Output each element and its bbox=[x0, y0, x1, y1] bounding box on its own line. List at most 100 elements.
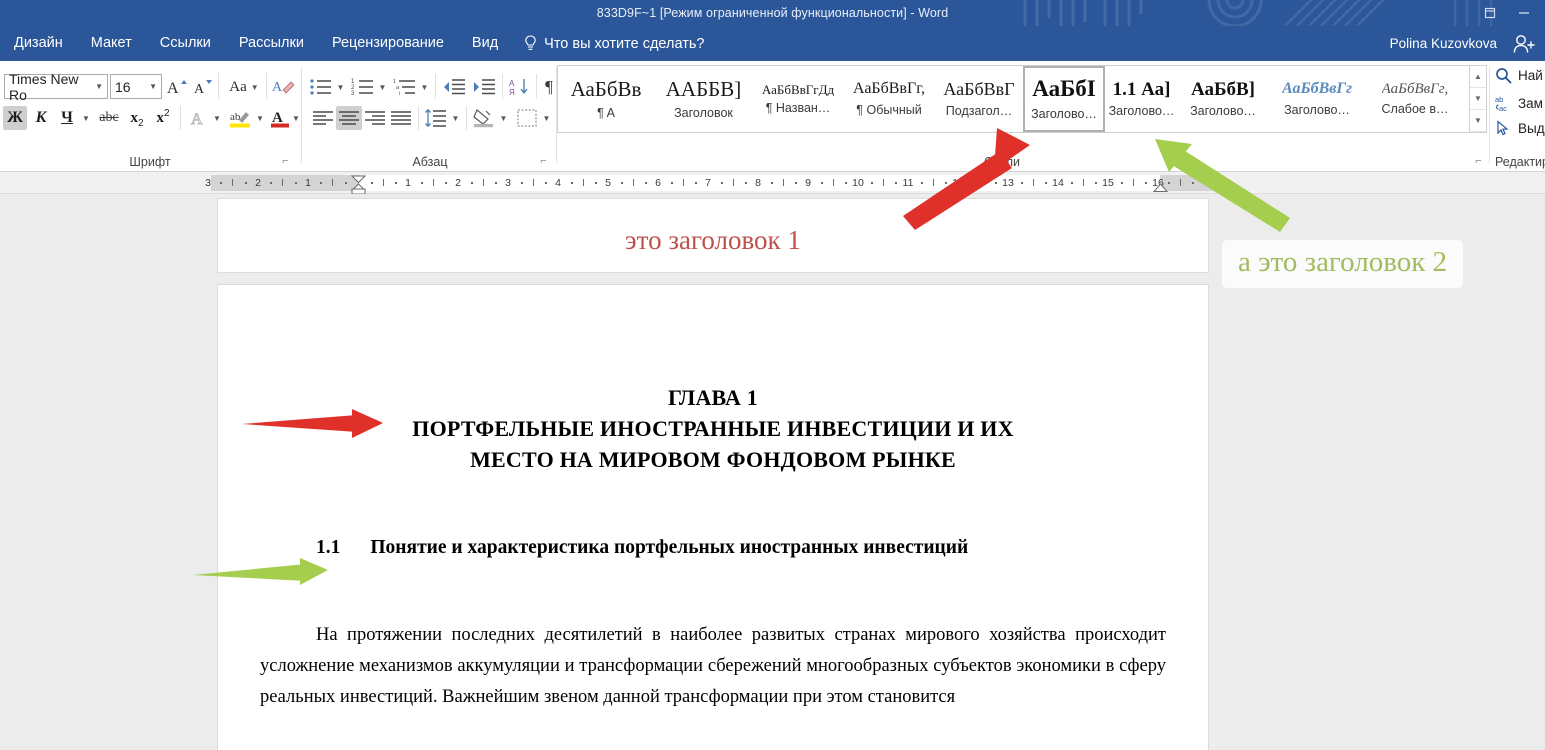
style-item-2[interactable]: АаБбВвГгДд ¶ Назван… bbox=[753, 66, 843, 132]
document-page-1[interactable]: это заголовок 1 bbox=[218, 199, 1208, 272]
ribbon-group-paragraph: ▼ 123 ▼ 1ai ▼ АЯ ¶ ▼ ▼ ▼ Абзац ⌐ bbox=[304, 61, 556, 172]
align-center-button[interactable] bbox=[336, 106, 362, 130]
font-size-combobox[interactable]: 16 ▼ bbox=[110, 74, 162, 99]
style-item-6[interactable]: 1.1 Аа] Заголово… bbox=[1105, 66, 1178, 132]
ruler-tick-9: 9 bbox=[805, 177, 811, 189]
tab-review[interactable]: Рецензирование bbox=[318, 26, 458, 61]
align-right-button[interactable] bbox=[362, 106, 388, 130]
superscript-button[interactable]: x2 bbox=[151, 106, 175, 130]
chevron-down-icon: ▼ bbox=[499, 113, 508, 123]
style-item-9[interactable]: АаБбВвГг, Слабое в… bbox=[1366, 66, 1464, 132]
tab-references[interactable]: Ссылки bbox=[146, 26, 225, 61]
justify-button[interactable] bbox=[388, 106, 414, 130]
document-canvas[interactable]: это заголовок 1 ГЛАВА 1 ПОРТФЕЛЬНЫЕ ИНОС… bbox=[0, 194, 1545, 750]
bullets-button[interactable] bbox=[308, 75, 334, 99]
styles-more-icon[interactable]: ▼ bbox=[1470, 110, 1486, 132]
font-dialog-launcher[interactable]: ⌐ bbox=[279, 155, 292, 168]
account-name[interactable]: Polina Kuzovkova bbox=[1390, 26, 1497, 61]
tell-me-box[interactable]: Что вы хотите сделать? bbox=[524, 35, 704, 52]
ruler-halfmark bbox=[733, 179, 734, 186]
styles-scroll-up-icon[interactable]: ▲ bbox=[1470, 66, 1486, 88]
numbering-button[interactable]: 123 bbox=[350, 75, 376, 99]
grow-font-button[interactable]: A bbox=[164, 75, 188, 99]
ruler-dot bbox=[345, 182, 347, 184]
shading-button[interactable] bbox=[471, 106, 497, 130]
font-color-button[interactable]: A bbox=[268, 106, 292, 130]
styles-gallery-scrollbar[interactable]: ▲ ▼ ▼ bbox=[1469, 66, 1486, 132]
right-indent-marker[interactable] bbox=[1152, 183, 1169, 193]
ruler-dot bbox=[621, 182, 623, 184]
underline-options-caret[interactable]: ▼ bbox=[79, 106, 93, 130]
page1-heading: это заголовок 1 bbox=[625, 225, 801, 255]
tab-view[interactable]: Вид bbox=[458, 26, 512, 61]
styles-dialog-launcher[interactable]: ⌐ bbox=[1472, 155, 1485, 168]
ruler-halfmark bbox=[1083, 179, 1084, 186]
line-spacing-button[interactable] bbox=[423, 106, 449, 130]
borders-caret[interactable]: ▼ bbox=[540, 106, 553, 130]
group-divider bbox=[301, 67, 302, 163]
strikethrough-button[interactable]: abc bbox=[95, 106, 123, 130]
line-spacing-caret[interactable]: ▼ bbox=[449, 106, 462, 130]
bullets-caret[interactable]: ▼ bbox=[334, 75, 347, 99]
minimize-window-icon[interactable] bbox=[1507, 1, 1541, 25]
document-page-2[interactable]: ГЛАВА 1 ПОРТФЕЛЬНЫЕ ИНОСТРАННЫЕ ИНВЕСТИЦ… bbox=[218, 285, 1208, 750]
section-title: Понятие и характеристика портфельных ино… bbox=[370, 537, 969, 558]
replace-button[interactable]: ab ac Зам bbox=[1495, 94, 1543, 112]
restore-window-icon[interactable] bbox=[1473, 1, 1507, 25]
text-effects-caret[interactable]: ▼ bbox=[210, 106, 224, 130]
align-left-button[interactable] bbox=[310, 106, 336, 130]
style-item-5[interactable]: АаБбІ Заголово… bbox=[1023, 66, 1105, 132]
ruler-tick-12: 12 bbox=[952, 177, 964, 189]
multilevel-caret[interactable]: ▼ bbox=[418, 75, 431, 99]
decrease-indent-button[interactable] bbox=[440, 75, 468, 99]
style-item-8[interactable]: АаБбВвГг Заголово… bbox=[1268, 66, 1366, 132]
select-button[interactable]: Выд bbox=[1495, 120, 1545, 137]
ruler-dot bbox=[595, 182, 597, 184]
style-preview: ААББВ] bbox=[665, 78, 742, 101]
ruler-dot bbox=[1095, 182, 1097, 184]
style-item-7[interactable]: АаБбВ] Заголово… bbox=[1178, 66, 1268, 132]
font-group-label: Шрифт bbox=[129, 155, 171, 169]
text-effects-button[interactable]: A bbox=[186, 106, 210, 130]
style-item-1[interactable]: ААББВ] Заголовок bbox=[654, 66, 753, 132]
horizontal-ruler[interactable]: 3 2 1 1 2 3 4 5 6 7 8 9 10 11 12 13 14 15 16 bbox=[0, 172, 1545, 195]
tab-design[interactable]: Дизайн bbox=[0, 26, 77, 61]
ruler-tick-2: 2 bbox=[455, 177, 461, 189]
subscript-button[interactable]: x2 bbox=[125, 106, 149, 130]
font-name-combobox[interactable]: Times New Ro ▼ bbox=[4, 71, 108, 103]
styles-gallery[interactable]: АаБбВв ¶ A ААББВ] Заголовок АаБбВвГгДд ¶ Назв… bbox=[557, 65, 1487, 133]
find-button[interactable]: Най bbox=[1495, 67, 1543, 84]
text-highlight-color-button[interactable]: ab bbox=[227, 106, 253, 130]
add-user-icon[interactable] bbox=[1511, 33, 1537, 55]
tab-layout[interactable]: Макет bbox=[77, 26, 146, 61]
style-item-4[interactable]: АаБбВвГ Подзагол… bbox=[935, 66, 1023, 132]
ribbon-group-editing: Най ab ac Зам Выд Редактирование bbox=[1492, 61, 1545, 172]
shrink-font-button[interactable]: A bbox=[190, 75, 214, 99]
style-name: ¶ Обычный bbox=[856, 102, 922, 117]
increase-indent-button[interactable] bbox=[470, 75, 498, 99]
svg-text:ab: ab bbox=[230, 111, 241, 123]
ruler-dot bbox=[995, 182, 997, 184]
paragraph-dialog-launcher[interactable]: ⌐ bbox=[537, 155, 550, 168]
highlight-color-caret[interactable]: ▼ bbox=[253, 106, 267, 130]
borders-button[interactable] bbox=[514, 106, 540, 130]
style-item-3[interactable]: АаБбВвГг, ¶ Обычный bbox=[843, 66, 935, 132]
underline-button[interactable]: Ч bbox=[55, 106, 79, 130]
chevron-down-icon: ▼ bbox=[213, 113, 221, 123]
style-item-0[interactable]: АаБбВв ¶ A bbox=[558, 66, 654, 132]
shading-caret[interactable]: ▼ bbox=[497, 106, 510, 130]
ruler-halfmark bbox=[983, 179, 984, 186]
styles-scroll-down-icon[interactable]: ▼ bbox=[1470, 88, 1486, 110]
ruler-dot bbox=[571, 182, 573, 184]
numbering-caret[interactable]: ▼ bbox=[376, 75, 389, 99]
tab-mailings[interactable]: Рассылки bbox=[225, 26, 318, 61]
sort-button[interactable]: АЯ bbox=[507, 75, 533, 99]
tell-me-label: Что вы хотите сделать? bbox=[544, 35, 705, 52]
ruler-dot bbox=[745, 182, 747, 184]
ruler-halfmark bbox=[533, 179, 534, 186]
italic-button[interactable]: К bbox=[29, 106, 53, 130]
change-case-button[interactable]: Aa ▼ bbox=[224, 75, 264, 99]
multilevel-list-button[interactable]: 1ai bbox=[392, 75, 418, 99]
clear-formatting-button[interactable]: A bbox=[270, 75, 296, 99]
bold-button[interactable]: Ж bbox=[3, 106, 27, 130]
